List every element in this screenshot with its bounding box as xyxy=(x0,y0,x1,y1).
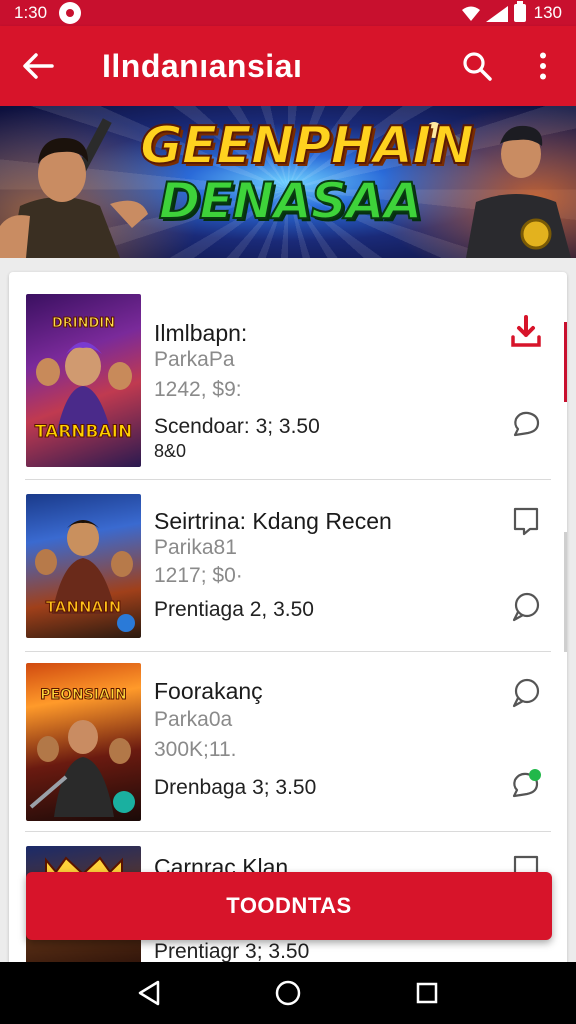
game-thumbnail: TANNAIN xyxy=(26,494,141,638)
item-title: Seirtrina: Kdang Recen xyxy=(154,508,392,534)
nav-recents-button[interactable] xyxy=(402,968,452,1018)
chat-new-icon xyxy=(512,769,541,798)
nav-back-button[interactable] xyxy=(124,968,174,1018)
battery-level: 130 xyxy=(533,3,562,22)
battery-icon xyxy=(513,1,526,22)
circle-home-icon xyxy=(275,980,301,1006)
more-options-button[interactable] xyxy=(510,26,576,106)
review-button[interactable] xyxy=(509,590,543,624)
back-button[interactable] xyxy=(0,26,76,106)
new-review-button[interactable] xyxy=(509,768,543,802)
nav-home-button[interactable] xyxy=(263,968,313,1018)
triangle-back-icon xyxy=(139,980,160,1006)
item-price: Prentiagr 3; 3.50 xyxy=(154,940,310,963)
download-button[interactable] xyxy=(509,314,543,348)
game-thumbnail: PEONSIAIN xyxy=(26,663,141,821)
review-button[interactable] xyxy=(509,408,543,442)
wifi-icon xyxy=(461,6,480,21)
item-price: Scendoar: 3; 3.50 xyxy=(154,415,320,438)
bookmark-icon xyxy=(513,507,539,536)
item-extra: 8&0 xyxy=(154,441,187,461)
arrow-left-icon xyxy=(23,53,54,79)
status-bar: 1:30 130 xyxy=(0,0,576,26)
promo-banner[interactable]: GEENPHAIN DENASAA xyxy=(0,106,576,258)
item-title: Ilmlbapn: xyxy=(154,320,248,346)
system-nav-bar xyxy=(0,962,576,1024)
chat-icon xyxy=(512,678,540,708)
game-list: DRINDIN TARNBAIN Ilmlbapn: ParkaPa 1242,… xyxy=(9,272,567,972)
item-count: 300K;11. xyxy=(154,738,237,761)
banner-title: GEENPHAIN DENASAA xyxy=(139,116,475,230)
banner-title-line2: DENASAA xyxy=(158,172,424,230)
page-title: Ilndanıansiaı xyxy=(102,47,303,84)
app-bar: Ilndanıansiaı xyxy=(0,26,576,106)
review-button[interactable] xyxy=(509,676,543,710)
item-count: 1242, $9: xyxy=(154,378,242,401)
item-subtitle: Parka0a xyxy=(154,708,233,731)
notification-icon xyxy=(59,2,82,24)
search-button[interactable] xyxy=(444,26,510,106)
download-icon xyxy=(511,315,541,347)
item-price: Prentiaga 2, 3.50 xyxy=(154,598,314,621)
list-item[interactable]: DRINDIN TARNBAIN Ilmlbapn: ParkaPa 1242,… xyxy=(9,272,567,480)
status-time: 1:30 xyxy=(14,3,48,22)
square-recents-icon xyxy=(416,982,437,1004)
item-subtitle: Parika81 xyxy=(154,536,237,559)
list-item[interactable]: PEONSIAIN Foorakanç Parka0a 300K;11. Dre… xyxy=(9,652,567,832)
signal-icon xyxy=(485,6,508,22)
search-icon xyxy=(463,52,492,81)
item-title: Foorakanç xyxy=(154,678,263,704)
item-count: 1217; $0· xyxy=(154,564,243,587)
list-item[interactable]: TANNAIN Seirtrina: Kdang Recen Parika81 … xyxy=(9,480,567,652)
chat-icon xyxy=(512,592,540,622)
more-vert-icon xyxy=(540,52,546,80)
item-subtitle: ParkaPa xyxy=(154,348,235,371)
primary-action-button[interactable]: TOODNTAS xyxy=(26,872,552,940)
item-price: Drenbaga 3; 3.50 xyxy=(154,776,317,799)
banner-title-line1: GEENPHAIN xyxy=(139,116,475,176)
game-thumbnail: DRINDIN TARNBAIN xyxy=(26,294,141,467)
bookmark-button[interactable] xyxy=(509,504,543,538)
chat-icon xyxy=(513,411,540,437)
